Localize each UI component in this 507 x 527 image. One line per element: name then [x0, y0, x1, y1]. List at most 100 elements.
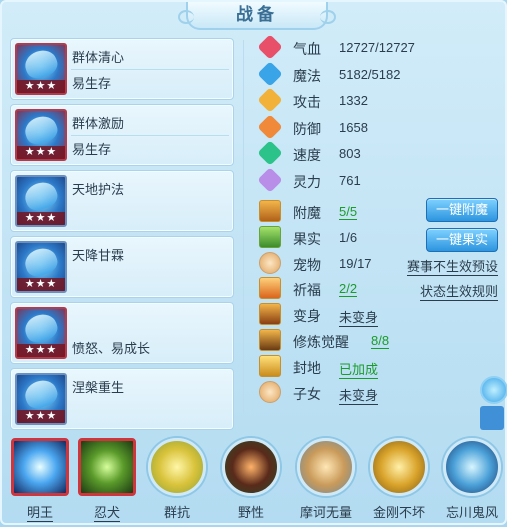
row-qifu: 祈福 2/2 状态生效规则: [246, 275, 504, 302]
rain-skill-icon[interactable]: ★★★: [15, 241, 67, 293]
stat-value: 1658: [339, 119, 368, 135]
skill-desc: 易生存: [72, 142, 112, 157]
jingang-pet-icon[interactable]: [370, 438, 428, 496]
share-icon[interactable]: [480, 406, 504, 430]
skill-name: 涅槃重生: [72, 380, 125, 395]
pet-name: 忍犬: [93, 502, 120, 522]
enchant-icon: [259, 200, 281, 222]
skill-stars: ★★★: [17, 80, 65, 93]
stat-label: 攻击: [293, 94, 321, 111]
row-value[interactable]: 未变身: [339, 385, 379, 405]
skill-name: 天降甘霖: [72, 248, 125, 263]
skill-name: 天地护法: [72, 182, 125, 197]
wangchuan-pet-icon[interactable]: [443, 438, 501, 496]
mana-icon: [257, 60, 283, 87]
mingwang-pet-icon[interactable]: [11, 438, 69, 496]
preset-link[interactable]: 赛事不生效预设: [406, 256, 498, 276]
row-bianshen: 变身 未变身: [246, 301, 504, 328]
row-fengdi: 封地 已加成: [246, 353, 504, 379]
stat-value: 803: [339, 146, 361, 162]
row-guoshi: 果实 1/6 一键果实: [246, 224, 504, 252]
lance-skill-icon[interactable]: ★★★: [15, 109, 67, 161]
pet-slot[interactable]: 摩诃无量: [292, 438, 360, 522]
refresh-icon[interactable]: [480, 376, 507, 404]
blade-skill-icon[interactable]: ★★★: [15, 43, 67, 95]
row-value[interactable]: 8/8: [371, 333, 390, 349]
pet-name: 忘川鬼风: [445, 505, 498, 520]
pet-slot[interactable]: 群抗: [143, 438, 211, 522]
fruit-icon: [259, 225, 281, 248]
stat-spirit: 灵力 761: [246, 167, 504, 194]
pet-slot[interactable]: 明王: [6, 438, 74, 522]
divider: [71, 135, 229, 136]
territory-icon: [259, 354, 281, 377]
row-label: 祈福: [293, 282, 321, 299]
row-chongwu: 宠物 19/17 赛事不生效预设: [246, 250, 504, 276]
pet-slot[interactable]: 忍犬: [73, 438, 141, 522]
attribute-list: 气血 12727/12727 魔法 5182/5182 攻击 1332 防御 1658 …: [246, 34, 504, 194]
row-value[interactable]: 2/2: [339, 281, 358, 298]
pet-name: 明王: [26, 502, 53, 522]
stat-defense: 防御 1658: [246, 114, 504, 141]
skill-name: 群体激励: [72, 116, 125, 131]
title-ornament-left: [178, 10, 194, 24]
divider: [71, 69, 229, 70]
row-label: 宠物: [293, 256, 321, 273]
shield-skill-icon[interactable]: ★★★: [15, 175, 67, 227]
pet-name: 摩诃无量: [299, 505, 352, 520]
skill-stars: ★★★: [17, 278, 65, 291]
pet-slot[interactable]: 金刚不坏: [365, 438, 433, 522]
skill-card[interactable]: ★★★ 天地护法: [10, 170, 234, 232]
skill-stars: ★★★: [17, 410, 65, 423]
skill-stars: ★★★: [17, 212, 65, 225]
pet-slot[interactable]: 野性: [217, 438, 285, 522]
child-icon: [259, 380, 281, 403]
heart-icon: [257, 34, 283, 60]
pet-name: 野性: [237, 505, 264, 520]
stat-mp: 魔法 5182/5182: [246, 60, 504, 88]
rules-link[interactable]: 状态生效规则: [419, 281, 498, 302]
stat-attack: 攻击 1332: [246, 87, 504, 114]
skill-list: ★★★ 群体清心 易生存 ★★★ 群体激励 易生存 ★★★ 天地护法 ★★★ 天…: [10, 38, 234, 434]
skill-card[interactable]: ★★★ 群体激励 易生存: [10, 104, 234, 166]
skill-card[interactable]: ★★★ 群体清心 易生存: [10, 38, 234, 100]
spirit-icon: [257, 167, 283, 193]
stat-label: 灵力: [293, 173, 321, 190]
row-value[interactable]: 未变身: [339, 307, 379, 328]
skill-card[interactable]: ★★★ 天降甘霖: [10, 236, 234, 298]
skill-stars: ★★★: [17, 146, 65, 159]
rage-skill-icon[interactable]: ★★★: [15, 307, 67, 359]
row-value: 5/5: [339, 204, 358, 220]
transform-icon: [259, 303, 281, 326]
row-label: 修炼觉醒: [293, 333, 349, 350]
skill-card[interactable]: ★★★ 涅槃重生: [10, 368, 234, 430]
pet-slot[interactable]: 忘川鬼风: [438, 438, 506, 522]
skill-card[interactable]: ★★★ 愤怒、易成长: [10, 302, 234, 364]
row-zinv: 子女 未变身: [246, 379, 504, 405]
rebirth-skill-icon[interactable]: ★★★: [15, 373, 67, 425]
column-divider: [243, 40, 244, 414]
panel-title-text: 战备: [236, 5, 278, 24]
row-value: 1/6: [339, 229, 358, 245]
battle-prep-panel: 战备 ★★★ 群体清心 易生存 ★★★ 群体激励 易生存 ★★★ 天地护法 ★★…: [0, 0, 507, 525]
renquan-pet-icon[interactable]: [78, 438, 136, 496]
row-value[interactable]: 已加成: [339, 359, 379, 379]
stat-value: 5182/5182: [339, 66, 401, 82]
cultivation-icon: [259, 328, 281, 351]
qunkang-pet-icon[interactable]: [148, 438, 206, 496]
one-click-enchant-button[interactable]: 一键附魔: [426, 198, 498, 222]
buff-list: 附魔 5/5 一键附魔 果实 1/6 一键果实 宠物 19/17 赛事不生效预设…: [246, 198, 504, 405]
stat-value: 1332: [339, 93, 368, 109]
stat-label: 防御: [293, 120, 321, 137]
stat-speed: 速度 803: [246, 140, 504, 167]
sword-icon: [257, 87, 283, 113]
yexing-pet-icon[interactable]: [222, 438, 280, 496]
pet-icon: [259, 251, 281, 274]
one-click-fruit-button[interactable]: 一键果实: [426, 227, 498, 252]
pet-name: 群抗: [163, 505, 190, 520]
row-value: 19/17: [339, 255, 372, 271]
skill-desc: 愤怒、易成长: [72, 341, 151, 356]
skill-name: 群体清心: [72, 50, 125, 65]
mohe-pet-icon[interactable]: [297, 438, 355, 496]
row-label: 果实: [293, 230, 321, 247]
